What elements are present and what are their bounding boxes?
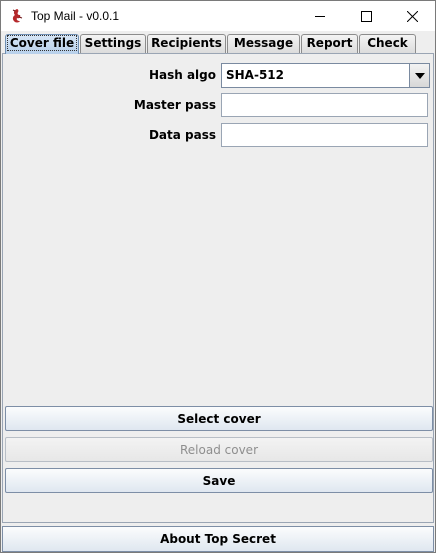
tab-check[interactable]: Check [359, 34, 416, 53]
hash-algo-label: Hash algo [148, 68, 216, 82]
tab-recipients[interactable]: Recipients [147, 34, 226, 53]
save-button[interactable]: Save [5, 468, 433, 493]
tab-label: Cover file [6, 35, 78, 51]
data-pass-label: Data pass [148, 128, 216, 142]
tab-cover-file[interactable]: Cover file [5, 34, 79, 54]
chevron-down-icon [414, 72, 425, 79]
master-pass-label: Master pass [133, 98, 216, 112]
tab-strip: Cover file Settings Recipients Message R… [1, 31, 435, 54]
about-button[interactable]: About Top Secret [2, 526, 434, 552]
minimize-icon [314, 15, 325, 17]
cover-file-panel: Hash algo SHA-512 Master pass Data pass … [2, 53, 434, 523]
title-bar[interactable]: Top Mail - v0.0.1 [1, 1, 435, 31]
tab-message[interactable]: Message [227, 34, 300, 53]
tab-label: Report [306, 36, 353, 50]
tab-settings[interactable]: Settings [80, 34, 146, 53]
tab-label: Message [233, 36, 294, 50]
tab-label: Recipients [151, 36, 222, 50]
data-pass-field[interactable] [221, 123, 428, 147]
select-cover-button[interactable]: Select cover [5, 406, 433, 431]
tab-label: Check [367, 36, 408, 50]
dragon-icon [12, 9, 23, 23]
hash-algo-value: SHA-512 [226, 68, 285, 82]
close-button[interactable] [389, 1, 435, 31]
tab-label: Settings [84, 36, 142, 50]
close-icon [406, 10, 418, 22]
dropdown-button[interactable] [409, 64, 429, 87]
minimize-button[interactable] [297, 1, 343, 31]
maximize-icon [360, 10, 372, 22]
window-title: Top Mail - v0.0.1 [31, 9, 120, 23]
master-pass-field[interactable] [221, 93, 428, 117]
hash-algo-select[interactable]: SHA-512 [221, 63, 430, 88]
maximize-button[interactable] [343, 1, 389, 31]
reload-cover-button[interactable]: Reload cover [5, 437, 433, 462]
app-window: Top Mail - v0.0.1 Cover file Settings Re… [0, 0, 436, 553]
tab-report[interactable]: Report [301, 34, 358, 53]
